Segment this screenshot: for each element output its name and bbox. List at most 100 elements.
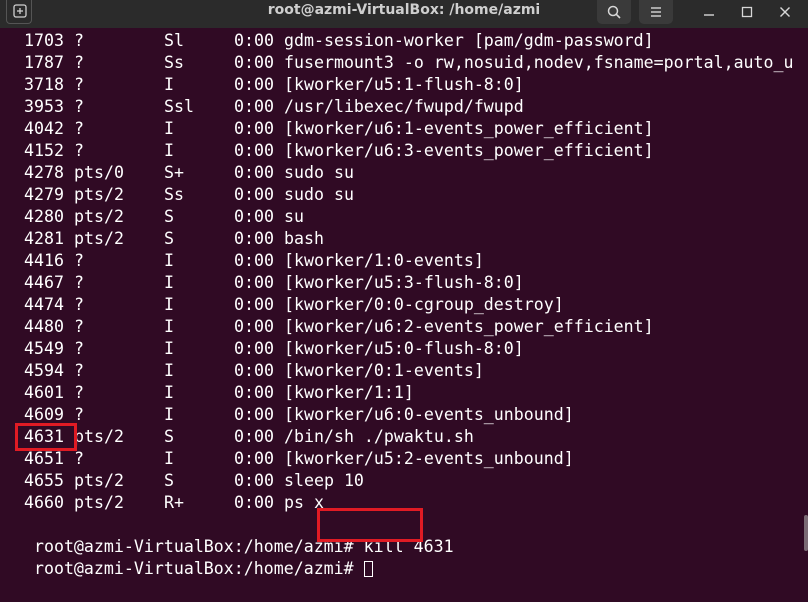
process-command: [kworker/u6:1-events_power_efficient] [284, 119, 654, 138]
process-row: 4416? I 0:00 [kworker/1:0-events] [0, 250, 800, 272]
scrollbar[interactable] [804, 515, 808, 551]
process-command: [kworker/u6:2-events_power_efficient] [284, 317, 654, 336]
process-stat: S+ [164, 163, 184, 182]
process-stat: Ssl [164, 97, 194, 116]
window-title: root@azmi-VirtualBox: /home/azmi [267, 2, 541, 18]
process-stat: R+ [164, 493, 184, 512]
process-tty: ? [74, 53, 84, 72]
process-tty: pts/2 [74, 493, 124, 512]
process-time: 0:00 [234, 295, 274, 314]
process-tty: ? [74, 295, 84, 314]
process-row: 4152? I 0:00 [kworker/u6:3-events_power_eff… [0, 140, 800, 162]
menu-button[interactable] [639, 0, 673, 24]
process-tty: ? [74, 273, 84, 292]
pid-highlight-box [15, 423, 77, 451]
process-row: 4594? I 0:00 [kworker/0:1-events] [0, 360, 800, 382]
process-tty: ? [74, 97, 84, 116]
process-time: 0:00 [234, 97, 274, 116]
process-time: 0:00 [234, 405, 274, 424]
process-pid: 4480 [24, 317, 64, 336]
shell-prompt: root@azmi-VirtualBox:/home/azmi# [33, 559, 354, 578]
process-tty: ? [74, 361, 84, 380]
process-pid: 4280 [24, 207, 64, 226]
process-stat: S [164, 471, 174, 490]
process-stat: Ss [164, 53, 184, 72]
process-stat: I [164, 339, 174, 358]
process-tty: ? [74, 383, 84, 402]
process-pid: 4042 [24, 119, 64, 138]
process-stat: I [164, 295, 174, 314]
process-time: 0:00 [234, 339, 274, 358]
process-row: 3953? Ssl 0:00/usr/libexec/fwupd/fwupd [0, 96, 800, 118]
process-time: 0:00 [234, 207, 274, 226]
hamburger-menu-icon [651, 7, 661, 17]
process-pid: 4655 [24, 471, 64, 490]
process-time: 0:00 [234, 119, 274, 138]
process-command: [kworker/1:0-events] [284, 251, 484, 270]
process-command: bash [284, 229, 324, 248]
process-row: 4278 pts/0 S+ 0:00 sudo su [0, 162, 800, 184]
process-tty: ? [74, 141, 84, 160]
title-bar: root@azmi-VirtualBox: /home/azmi [0, 0, 808, 28]
process-time: 0:00 [234, 449, 274, 468]
process-time: 0:00 [234, 141, 274, 160]
process-pid: 4467 [24, 273, 64, 292]
process-tty: pts/2 [74, 229, 124, 248]
process-command: [kworker/u5:2-events_unbound] [284, 449, 574, 468]
process-command: [kworker/u6:0-events_unbound] [284, 405, 574, 424]
process-pid: 3718 [24, 75, 64, 94]
process-row: 4480? I 0:00 [kworker/u6:2-events_power_eff… [0, 316, 800, 338]
process-stat: S [164, 427, 174, 446]
process-command: sudo su [284, 163, 354, 182]
process-stat: I [164, 251, 174, 270]
process-row: 4279 pts/2 Ss 0:00 sudo su [0, 184, 800, 206]
process-pid: 4549 [24, 339, 64, 358]
process-stat: I [164, 273, 174, 292]
process-row: 1787? Ss 0:00 fusermount3 -o rw,nosuid,node… [0, 52, 800, 74]
process-time: 0:00 [234, 229, 274, 248]
process-time: 0:00 [234, 317, 274, 336]
process-row: 4601? I 0:00 [kworker/1:1] [0, 382, 800, 404]
process-stat: S [164, 207, 174, 226]
process-row: 1703? Sl 0:00 gdm-session-worker [pam/gdm-p… [0, 30, 800, 52]
minimize-icon [704, 14, 714, 16]
terminal-output[interactable]: 1703? Sl 0:00 gdm-session-worker [pam/gdm-p… [0, 30, 800, 578]
maximize-icon [741, 6, 753, 18]
process-time: 0:00 [234, 185, 274, 204]
process-pid: 4278 [24, 163, 64, 182]
process-command: sleep 10 [284, 471, 364, 490]
maximize-button[interactable] [731, 0, 761, 24]
process-time: 0:00 [234, 163, 274, 182]
process-pid: 4660 [24, 493, 64, 512]
process-time: 0:00 [234, 361, 274, 380]
process-time: 0:00 [234, 383, 274, 402]
process-pid: 1703 [24, 31, 64, 50]
process-stat: S [164, 229, 174, 248]
process-stat: I [164, 405, 174, 424]
process-command: [kworker/0:0-cgroup_destroy] [284, 295, 564, 314]
search-icon [607, 5, 621, 19]
process-tty: ? [74, 251, 84, 270]
process-command: /bin/sh ./pwaktu.sh [284, 427, 474, 446]
process-tty: pts/2 [74, 207, 124, 226]
text-cursor [363, 561, 373, 577]
process-row: 4042? I 0:00 [kworker/u6:1-events_power_eff… [0, 118, 800, 140]
process-row: 4631 pts/2 S 0:00/bin/sh ./pwaktu.sh [0, 426, 800, 448]
command-highlight-box [317, 508, 423, 542]
process-tty: ? [74, 449, 84, 468]
close-icon [780, 7, 790, 17]
process-row: 4474? I 0:00 [kworker/0:0-cgroup_destroy] [0, 294, 800, 316]
process-tty: ? [74, 339, 84, 358]
process-pid: 3953 [24, 97, 64, 116]
process-row: 4281 pts/2 S 0:00 bash [0, 228, 800, 250]
process-command: [kworker/u5:3-flush-8:0] [284, 273, 524, 292]
process-stat: I [164, 75, 174, 94]
close-button[interactable] [769, 0, 799, 24]
process-tty: pts/2 [74, 427, 124, 446]
process-time: 0:00 [234, 31, 274, 50]
process-stat: I [164, 361, 174, 380]
process-tty: pts/2 [74, 471, 124, 490]
process-row: 4280 pts/2 S 0:00 su [0, 206, 800, 228]
search-button[interactable] [597, 0, 631, 24]
minimize-button[interactable] [693, 0, 723, 24]
